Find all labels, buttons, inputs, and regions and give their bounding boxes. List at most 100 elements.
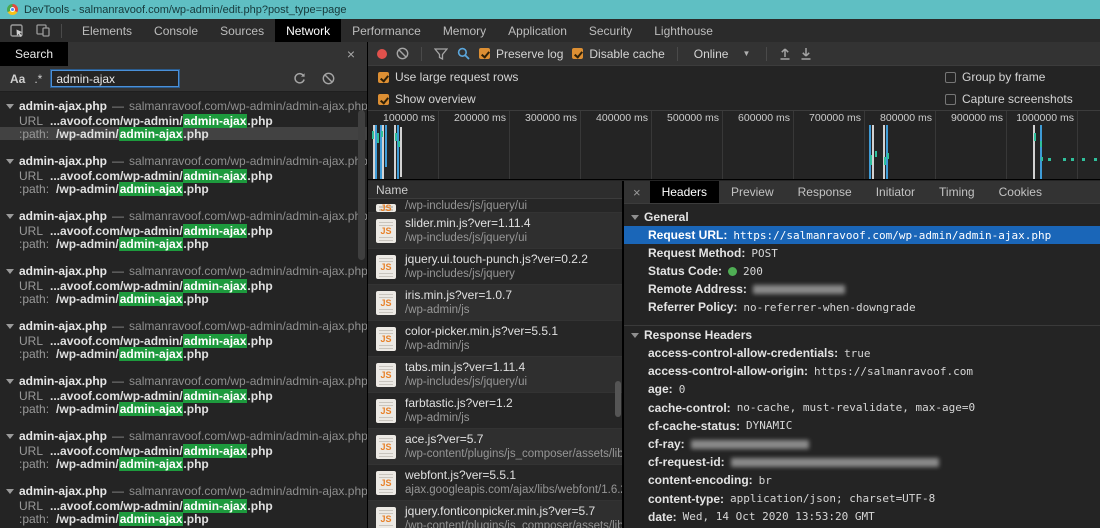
search-result-line-path[interactable]: :path: /wp-admin/admin-ajax.php (0, 237, 367, 250)
capture-screenshots-checkbox[interactable] (945, 94, 956, 105)
request-row[interactable]: JS webfont.js?ver=5.5.1 ajax.googleapis.… (368, 465, 622, 501)
devtools-tab[interactable]: Performance (341, 19, 432, 42)
header-kv-row[interactable]: cf-ray: (624, 435, 1100, 453)
clear-search-icon[interactable] (322, 72, 335, 85)
devtools-tab[interactable]: Console (143, 19, 209, 42)
search-drawer-tab[interactable]: Search (0, 42, 68, 66)
request-row[interactable]: JS tabs.min.js?ver=1.11.4 /wp-includes/j… (368, 357, 622, 393)
expander-icon[interactable] (631, 333, 639, 338)
header-kv-row[interactable]: content-type: application/json; charset=… (624, 490, 1100, 508)
search-result-line-url[interactable]: URL ...avoof.com/wp-admin/admin-ajax.php (0, 334, 367, 347)
header-kv-row[interactable]: access-control-allow-credentials: true (624, 344, 1100, 362)
close-details-icon[interactable]: × (624, 181, 650, 203)
details-tab[interactable]: Timing (927, 181, 987, 203)
use-large-rows-checkbox[interactable] (378, 72, 389, 83)
name-column-header[interactable]: Name (368, 181, 622, 199)
header-kv-row[interactable]: cache-control: no-cache, must-revalidate… (624, 399, 1100, 417)
devtools-tab[interactable]: Sources (209, 19, 275, 42)
header-kv-row[interactable]: Referrer Policy: no-referrer-when-downgr… (624, 298, 1100, 316)
request-row[interactable]: JS color-picker.min.js?ver=5.5.1 /wp-adm… (368, 321, 622, 357)
search-result-line-path[interactable]: :path: /wp-admin/admin-ajax.php (0, 292, 367, 305)
search-result-line-path[interactable]: :path: /wp-admin/admin-ajax.php (0, 182, 367, 195)
request-row[interactable]: JS jquery.fonticonpicker.min.js?ver=5.7 … (368, 501, 622, 528)
group-by-frame-checkbox[interactable] (945, 72, 956, 83)
header-kv-row[interactable]: Remote Address: (624, 280, 1100, 298)
details-tab[interactable]: Response (786, 181, 864, 203)
search-result-line-path[interactable]: :path: /wp-admin/admin-ajax.php (0, 402, 367, 415)
expander-icon[interactable] (6, 434, 14, 439)
close-search-icon[interactable]: × (335, 47, 367, 61)
devtools-tab[interactable]: Memory (432, 19, 497, 42)
request-row[interactable]: JS /wp-includes/js/jquery/ui (368, 199, 622, 213)
expander-icon[interactable] (6, 269, 14, 274)
requests-scrollbar[interactable] (615, 381, 621, 417)
search-result-line-path[interactable]: :path: /wp-admin/admin-ajax.php (0, 457, 367, 470)
expander-icon[interactable] (6, 379, 14, 384)
header-kv-row[interactable]: content-encoding: br (624, 471, 1100, 489)
details-tab[interactable]: Headers (650, 181, 719, 203)
search-result-line-path[interactable]: :path: /wp-admin/admin-ajax.php (0, 127, 367, 140)
header-kv-row[interactable]: access-control-allow-origin: https://sal… (624, 362, 1100, 380)
search-result-header[interactable]: admin-ajax.php — salmanravoof.com/wp-adm… (0, 98, 367, 114)
show-overview-checkbox[interactable] (378, 94, 389, 105)
expander-icon[interactable] (6, 159, 14, 164)
header-kv-row[interactable]: cf-request-id: (624, 453, 1100, 471)
search-result-header[interactable]: admin-ajax.php — salmanravoof.com/wp-adm… (0, 263, 367, 279)
devtools-tab[interactable]: Network (275, 19, 341, 42)
search-result-line-url[interactable]: URL ...avoof.com/wp-admin/admin-ajax.php (0, 279, 367, 292)
header-kv-row[interactable]: Request Method: POST (624, 244, 1100, 262)
export-har-icon[interactable] (800, 47, 812, 60)
expander-icon[interactable] (6, 214, 14, 219)
record-icon[interactable] (377, 49, 387, 59)
header-kv-row[interactable]: date: Wed, 14 Oct 2020 13:53:20 GMT (624, 508, 1100, 526)
search-result-line-url[interactable]: URL ...avoof.com/wp-admin/admin-ajax.php (0, 499, 367, 512)
clear-network-log-icon[interactable] (396, 47, 409, 60)
header-kv-row[interactable]: Status Code: 200 (624, 262, 1100, 280)
disable-cache-checkbox[interactable] (572, 48, 583, 59)
general-section-header[interactable]: General (624, 208, 1100, 226)
import-har-icon[interactable] (779, 47, 791, 60)
devtools-tab[interactable]: Application (497, 19, 578, 42)
search-result-line-path[interactable]: :path: /wp-admin/admin-ajax.php (0, 512, 367, 525)
search-result-line-url[interactable]: URL ...avoof.com/wp-admin/admin-ajax.php (0, 114, 367, 127)
preserve-log-checkbox[interactable] (479, 48, 490, 59)
network-overview-timeline[interactable]: 100000 ms 200000 ms 300000 ms 400000 ms … (368, 110, 1100, 180)
expander-icon[interactable] (6, 489, 14, 494)
details-tab[interactable]: Preview (719, 181, 786, 203)
devtools-tab[interactable]: Elements (71, 19, 143, 42)
search-result-header[interactable]: admin-ajax.php — salmanravoof.com/wp-adm… (0, 153, 367, 169)
network-search-icon[interactable] (457, 47, 470, 60)
search-result-header[interactable]: admin-ajax.php — salmanravoof.com/wp-adm… (0, 483, 367, 499)
search-result-header[interactable]: admin-ajax.php — salmanravoof.com/wp-adm… (0, 428, 367, 444)
expander-icon[interactable] (631, 215, 639, 220)
devtools-tab[interactable]: Lighthouse (643, 19, 724, 42)
match-case-toggle[interactable]: Aa (10, 72, 25, 86)
expander-icon[interactable] (6, 104, 14, 109)
search-result-line-url[interactable]: URL ...avoof.com/wp-admin/admin-ajax.php (0, 169, 367, 182)
search-result-header[interactable]: admin-ajax.php — salmanravoof.com/wp-adm… (0, 318, 367, 334)
header-kv-row[interactable]: cf-cache-status: DYNAMIC (624, 417, 1100, 435)
request-row[interactable]: JS farbtastic.js?ver=1.2 /wp-admin/js (368, 393, 622, 429)
search-result-line-url[interactable]: URL ...avoof.com/wp-admin/admin-ajax.php (0, 444, 367, 457)
response-headers-section-header[interactable]: Response Headers (624, 326, 1100, 344)
search-result-line-url[interactable]: URL ...avoof.com/wp-admin/admin-ajax.php (0, 224, 367, 237)
search-input[interactable] (51, 70, 179, 87)
throttling-dropdown[interactable]: Online ▼ (690, 47, 755, 61)
refresh-icon[interactable] (293, 72, 306, 85)
request-row[interactable]: JS iris.min.js?ver=1.0.7 /wp-admin/js (368, 285, 622, 321)
details-tab[interactable]: Initiator (864, 181, 927, 203)
search-result-header[interactable]: admin-ajax.php — salmanravoof.com/wp-adm… (0, 208, 367, 224)
request-row[interactable]: JS jquery.ui.touch-punch.js?ver=0.2.2 /w… (368, 249, 622, 285)
search-result-header[interactable]: admin-ajax.php — salmanravoof.com/wp-adm… (0, 373, 367, 389)
search-results-scrollbar[interactable] (358, 110, 365, 260)
expander-icon[interactable] (6, 324, 14, 329)
request-row[interactable]: JS slider.min.js?ver=1.11.4 /wp-includes… (368, 213, 622, 249)
search-result-line-url[interactable]: URL ...avoof.com/wp-admin/admin-ajax.php (0, 389, 367, 402)
device-toolbar-icon[interactable] (32, 21, 54, 40)
filter-icon[interactable] (434, 48, 448, 60)
inspect-element-icon[interactable] (6, 21, 28, 40)
regex-toggle[interactable]: .* (34, 72, 42, 86)
request-row[interactable]: JS ace.js?ver=5.7 /wp-content/plugins/js… (368, 429, 622, 465)
devtools-tab[interactable]: Security (578, 19, 643, 42)
search-result-line-path[interactable]: :path: /wp-admin/admin-ajax.php (0, 347, 367, 360)
